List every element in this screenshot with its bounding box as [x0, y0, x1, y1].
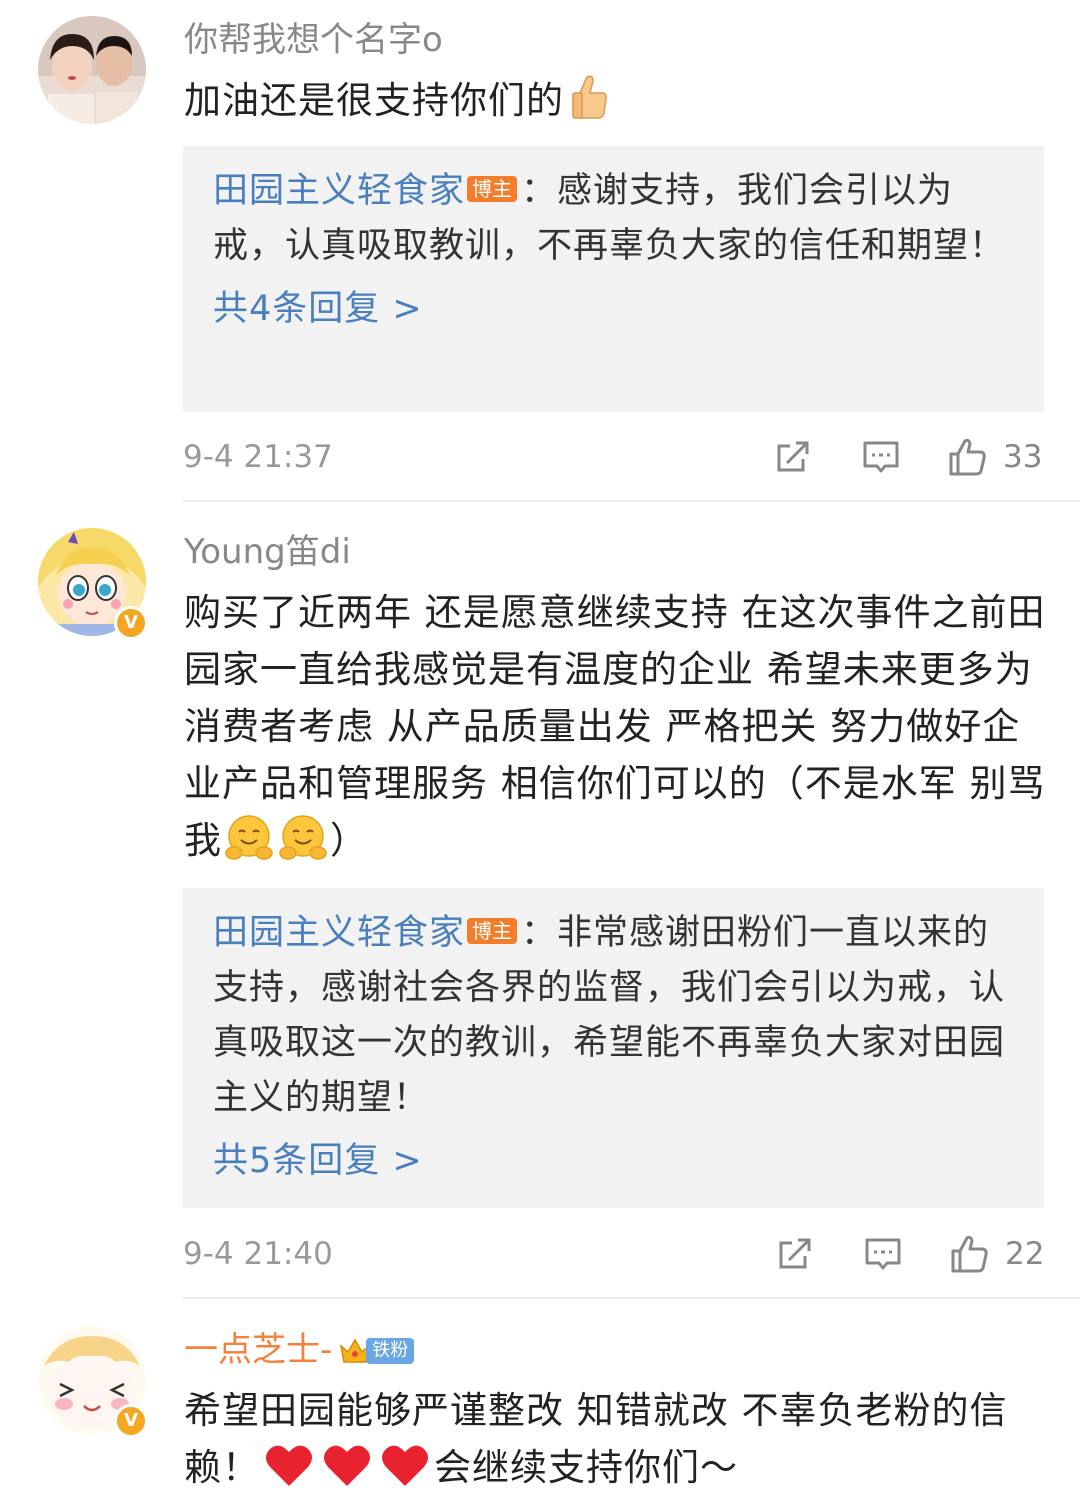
like-icon[interactable] — [947, 437, 987, 477]
share-icon[interactable] — [773, 437, 813, 477]
comment-meta: 9-4 21:40 22 — [183, 1232, 1045, 1276]
iron-fan-badge: 铁粉 — [338, 1334, 415, 1368]
avatar[interactable]: V — [38, 1326, 148, 1438]
iron-fan-label: 铁粉 — [366, 1338, 415, 1364]
comment-text: 加油还是很支持你们的 — [184, 72, 1054, 129]
comment-text-end: ） — [330, 819, 368, 862]
avatar-image — [38, 16, 146, 124]
hugging-face-emoji-icon — [225, 815, 273, 860]
comment-text: 希望田园能够严谨整改 知错就改 不辜负老粉的信赖！ 会继续支持你们～ — [184, 1382, 1054, 1496]
reply-box[interactable]: 田园主义轻食家 博主 ：感谢支持，我们会引以为戒，认真吸取教训，不再辜负大家的信任和… — [183, 146, 1044, 412]
thumbs-up-emoji-icon — [572, 75, 607, 119]
share-icon[interactable] — [775, 1234, 815, 1274]
reply-author[interactable]: 田园主义轻食家 — [213, 171, 465, 211]
avatar[interactable]: V — [38, 528, 148, 640]
username-text: 一点芝士- — [184, 1330, 333, 1370]
hugging-face-emoji-icon — [279, 815, 327, 860]
like-icon[interactable] — [949, 1234, 989, 1274]
like-count: 22 — [1005, 1236, 1045, 1272]
username[interactable]: 你帮我想个名字o — [184, 20, 443, 60]
blogger-badge: 博主 — [467, 176, 518, 202]
reply-text: 田园主义轻食家 博主 ：感谢支持，我们会引以为戒，认真吸取教训，不再辜负大家的信任和… — [213, 164, 1014, 274]
comment-meta: 9-4 21:37 33 — [183, 435, 1043, 479]
reply-author[interactable]: 田园主义轻食家 — [213, 913, 465, 953]
username[interactable]: Young笛di — [184, 532, 351, 572]
reply-box[interactable]: 田园主义轻食家 博主 ：非常感谢田粉们一直以来的支持，感谢社会各界的监督，我们会引以… — [183, 888, 1044, 1208]
more-replies-link[interactable]: 共4条回复 > — [213, 284, 1014, 334]
comment-icon[interactable] — [861, 437, 901, 477]
divider — [183, 1297, 1080, 1299]
verified-badge-icon: V — [114, 1404, 148, 1438]
like-count: 33 — [1003, 439, 1043, 475]
comment-text: 购买了近两年 还是愿意继续支持 在这次事件之前田园家一直给我感觉是有温度的企业 … — [184, 584, 1054, 869]
comment-text-content: 加油还是很支持你们的 — [184, 79, 564, 122]
verified-badge-icon: V — [114, 606, 148, 640]
reply-text: 田园主义轻食家 博主 ：非常感谢田粉们一直以来的支持，感谢社会各界的监督，我们会引以… — [213, 906, 1014, 1126]
divider — [183, 500, 1080, 502]
username[interactable]: 一点芝士- 铁粉 — [184, 1330, 415, 1370]
red-heart-emoji-icon — [324, 1445, 370, 1486]
timestamp: 9-4 21:37 — [183, 439, 333, 475]
blogger-badge: 博主 — [467, 918, 518, 944]
avatar[interactable] — [38, 16, 146, 124]
comment-icon[interactable] — [863, 1234, 903, 1274]
more-replies-link[interactable]: 共5条回复 > — [213, 1136, 1014, 1186]
red-heart-emoji-icon — [266, 1445, 312, 1486]
red-heart-emoji-icon — [382, 1445, 428, 1486]
timestamp: 9-4 21:40 — [183, 1236, 333, 1272]
comment-text-end: 会继续支持你们～ — [434, 1446, 738, 1489]
